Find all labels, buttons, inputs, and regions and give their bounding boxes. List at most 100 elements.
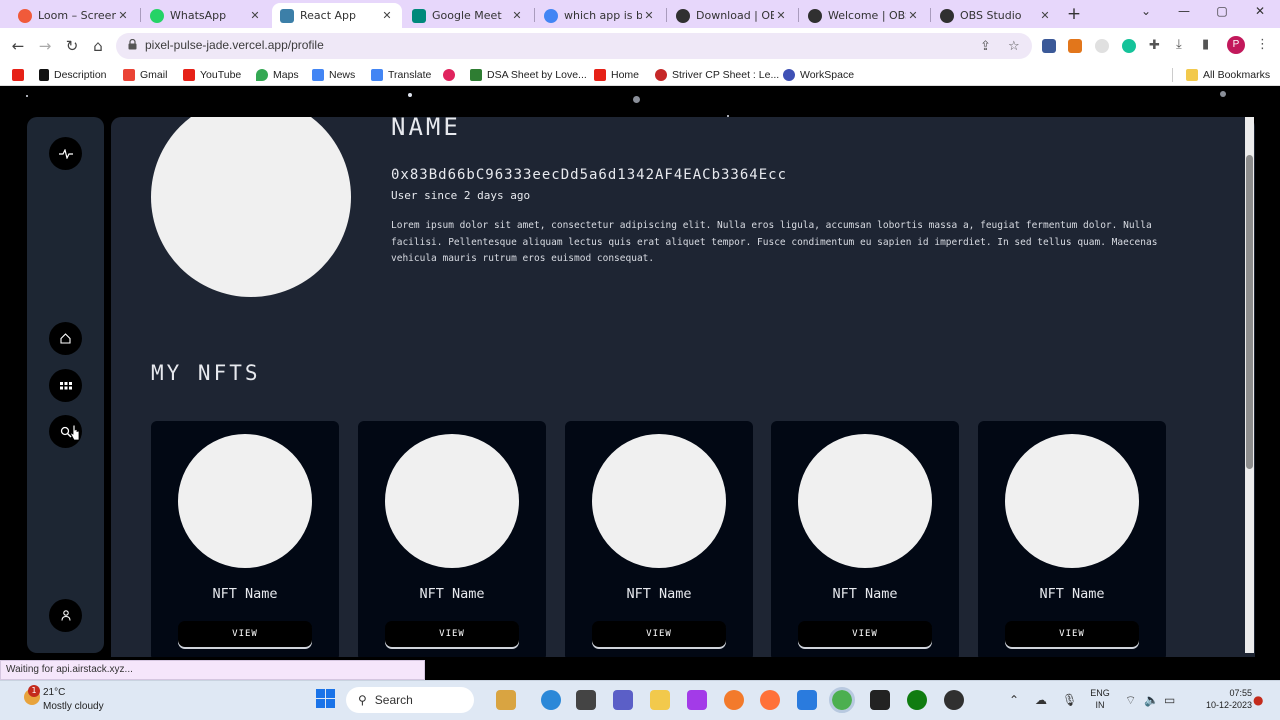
extension-icon[interactable] [1095,39,1109,53]
view-nft-button[interactable]: VIEW [178,621,312,647]
tab-react-app[interactable]: React App ✕ [272,3,402,28]
battery-icon[interactable]: ▭ [1164,693,1175,707]
tab-close-icon[interactable]: ✕ [248,9,262,22]
sidebar-item-home[interactable] [49,322,82,355]
tab-obs-download[interactable]: Download | OBS ✕ [668,3,796,28]
teams-icon[interactable] [613,690,633,710]
all-bookmarks[interactable]: All Bookmarks [1186,67,1270,83]
postman-icon[interactable] [724,690,744,710]
sidebar-item-marketplace[interactable] [49,369,82,402]
tab-obs-welcome[interactable]: Welcome | OBS ✕ [800,3,928,28]
grid-icon [59,381,72,389]
bookmark-youtube[interactable]: YouTube [183,67,241,83]
bookmark-workspace[interactable]: WorkSpace [783,67,854,83]
bookmark-b[interactable] [443,67,460,83]
nft-card[interactable]: NFT Name VIEW [151,421,339,657]
figma-icon[interactable] [687,690,707,710]
bookmark-label: DSA Sheet by Love... [487,69,587,81]
bookmark-star-icon[interactable]: ☆ [1008,39,1020,54]
whatsapp-icon [150,8,164,23]
nft-card[interactable]: NFT Name VIEW [978,421,1166,657]
vscode-icon[interactable] [797,690,817,710]
notification-bell-icon[interactable]: ● [1253,693,1263,707]
grammarly-icon[interactable] [1122,39,1136,53]
window-close-icon[interactable]: ✕ [1248,4,1272,18]
tab-close-icon[interactable]: ✕ [510,9,524,22]
tab-divider [534,8,535,22]
home-icon[interactable]: ⌂ [89,37,107,55]
clock[interactable]: 07:55 10-12-2023 [1192,687,1252,711]
download-icon[interactable]: ⤓ [1176,37,1182,52]
obs-icon[interactable] [944,690,964,710]
menu-kebab-icon[interactable]: ⋮ [1256,37,1269,52]
tab-close-icon[interactable]: ✕ [1038,9,1052,22]
widgets-app-icon[interactable] [496,690,516,710]
bookmark-gmail[interactable]: Gmail [123,67,167,83]
extension-icon[interactable] [1042,39,1056,53]
tab-divider [140,8,141,22]
tab-close-icon[interactable]: ✕ [380,9,394,22]
view-nft-button[interactable]: VIEW [798,621,932,647]
tab-whatsapp[interactable]: WhatsApp ✕ [142,3,270,28]
language-indicator[interactable]: ENG IN [1088,687,1112,711]
taskbar-search[interactable]: ⚲ Search [346,687,474,713]
xbox-icon[interactable] [907,690,927,710]
sidebar-item-profile[interactable] [49,599,82,632]
wifi-icon[interactable]: ⌔ [1125,693,1136,708]
page-scrollbar[interactable] [1245,117,1254,653]
volume-icon[interactable]: 🔈 [1144,693,1159,707]
bookmark-description[interactable]: Description [39,67,107,83]
share-icon[interactable]: ⇪ [980,39,991,54]
youtube-icon [183,69,195,81]
tab-close-icon[interactable]: ✕ [642,9,656,22]
bookmark-striver[interactable]: Striver CP Sheet : Le... [655,67,779,83]
chrome-icon[interactable] [829,687,855,713]
back-icon[interactable]: ← [9,37,27,55]
side-panel-icon[interactable]: ▮ [1202,37,1209,52]
tab-close-icon[interactable]: ✕ [774,9,788,22]
reload-icon[interactable]: ↻ [63,37,81,55]
tab-search-icon[interactable]: ⌄ [1134,4,1158,18]
bookmark-translate[interactable]: Translate [371,67,431,83]
bookmark-dsa-sheet[interactable]: DSA Sheet by Love... [470,67,587,83]
metamask-icon[interactable] [1068,39,1082,53]
firefox-icon[interactable] [760,690,780,710]
bookmark-maps[interactable]: Maps [256,67,299,83]
maximize-icon[interactable]: ▢ [1210,4,1234,18]
translate-icon [371,69,383,81]
onedrive-icon[interactable]: ☁ [1035,693,1047,707]
extensions-puzzle-icon[interactable]: ✚ [1149,38,1160,53]
weather-widget[interactable]: 1 21°C Mostly cloudy [24,685,144,716]
tab-divider [798,8,799,22]
tab-close-icon[interactable]: ✕ [116,9,130,22]
nft-card[interactable]: NFT Name VIEW [358,421,546,657]
tab-title: React App [300,9,357,22]
bookmark-news[interactable]: News [312,67,355,83]
tab-close-icon[interactable]: ✕ [906,9,920,22]
profile-avatar[interactable]: P [1227,36,1245,54]
nft-card[interactable]: NFT Name VIEW [565,421,753,657]
view-nft-button[interactable]: VIEW [1005,621,1139,647]
new-tab-button[interactable]: + [1064,4,1084,24]
folder-icon[interactable] [650,690,670,710]
app-logo-button[interactable] [49,137,82,170]
tab-google-search[interactable]: which app is be ✕ [536,3,664,28]
microphone-icon[interactable]: 🎙 [1062,693,1077,707]
view-nft-button[interactable]: VIEW [385,621,519,647]
view-nft-button[interactable]: VIEW [592,621,726,647]
chevron-up-icon[interactable]: ⌃ [1009,693,1019,707]
copilot-icon[interactable] [541,690,561,710]
windows-start-button[interactable] [316,689,336,709]
minimize-icon[interactable]: — [1172,4,1196,18]
tab-obs-studio[interactable]: OBS Studio ✕ [932,3,1060,28]
tab-loom[interactable]: Loom – Screen R ✕ [10,3,138,28]
terminal-icon[interactable] [870,690,890,710]
address-bar[interactable]: pixel-pulse-jade.vercel.app/profile ⇪ ☆ [116,33,1032,59]
tab-google-meet[interactable]: Google Meet ✕ [404,3,532,28]
forward-icon[interactable]: → [36,37,54,55]
bookmark-home[interactable]: Home [594,67,639,83]
nft-card[interactable]: NFT Name VIEW [771,421,959,657]
file-explorer-app-icon[interactable] [576,690,596,710]
scrollbar-thumb[interactable] [1246,155,1253,469]
bookmark-youtube-shortcut[interactable] [12,67,29,83]
